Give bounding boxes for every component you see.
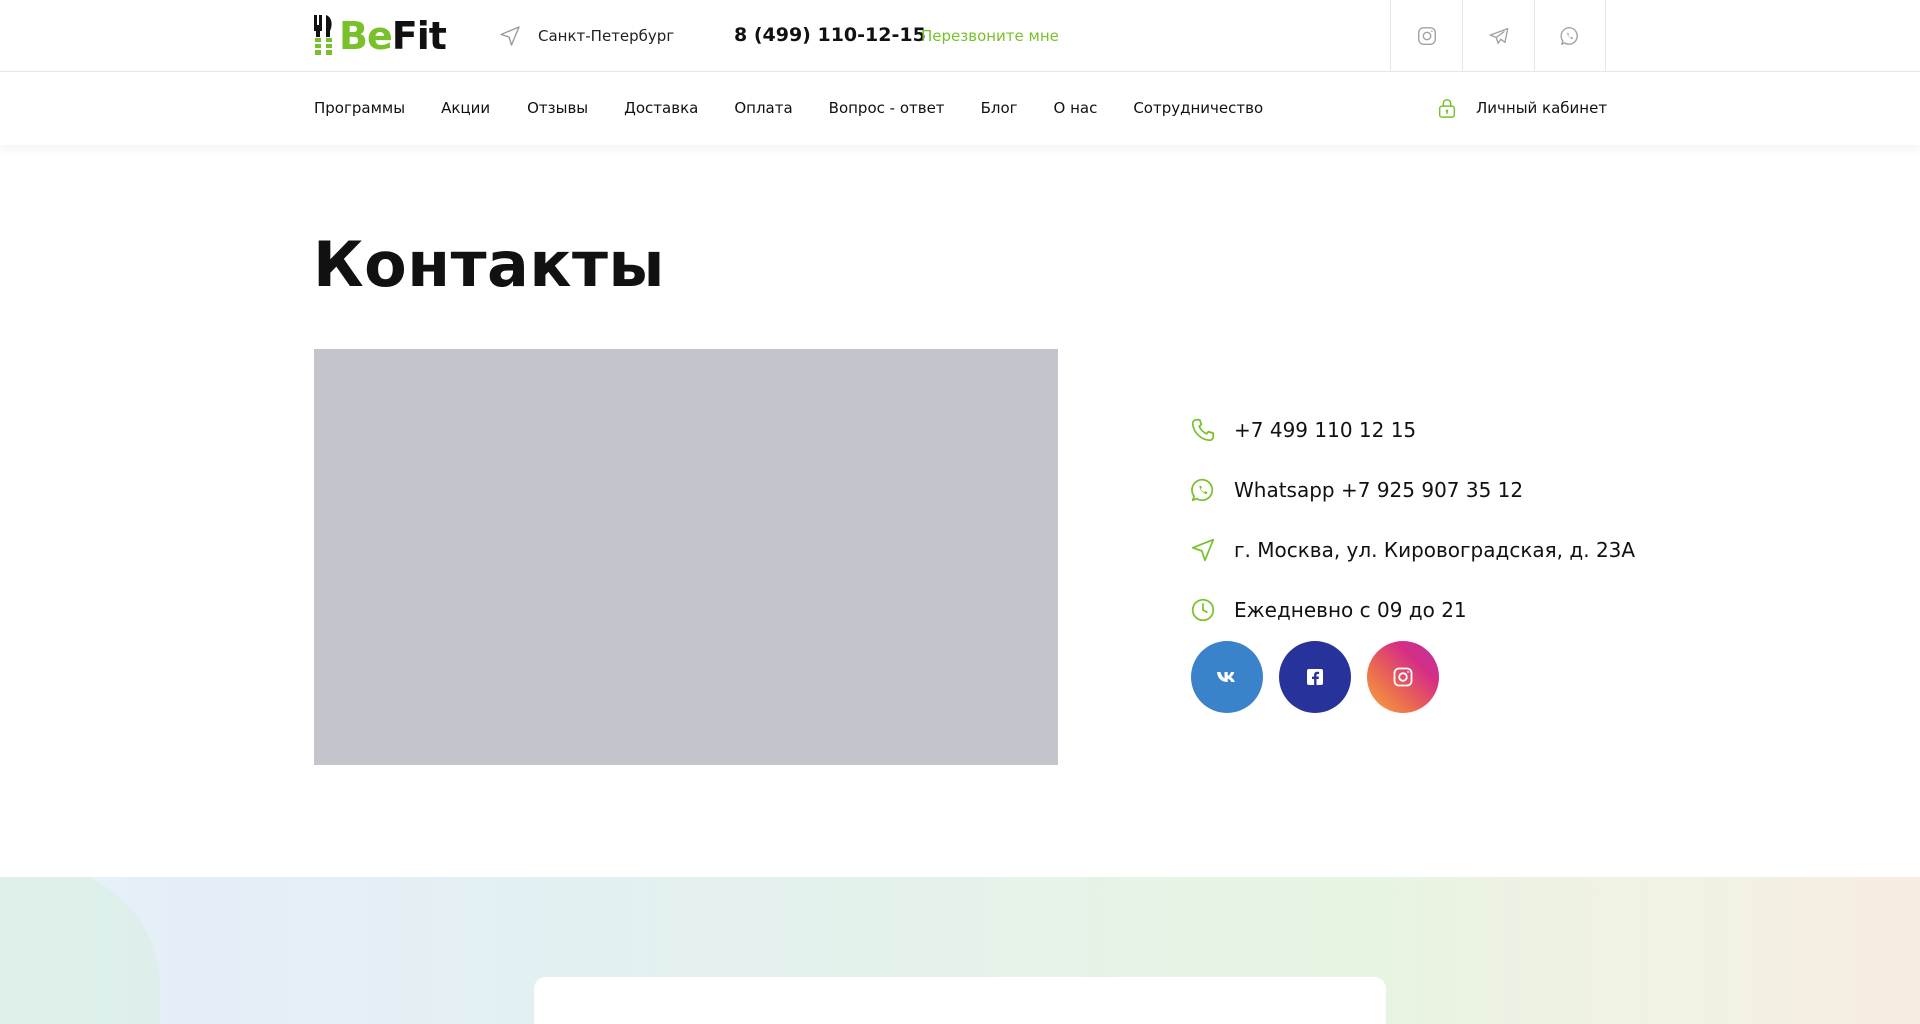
top-bar: BeFit Санкт-Петербург 8 (499) 110-12-15 … — [0, 0, 1920, 72]
main-navigation: Программы Акции Отзывы Доставка Оплата В… — [0, 73, 1920, 145]
nav-menu: Программы Акции Отзывы Доставка Оплата В… — [314, 99, 1263, 117]
footer-card — [534, 977, 1386, 1024]
city-label: Санкт-Петербург — [538, 27, 675, 45]
clock-icon — [1191, 598, 1215, 622]
callback-link[interactable]: Перезвоните мне — [921, 27, 1059, 45]
nav-item-about[interactable]: О нас — [1054, 99, 1098, 117]
contact-phone-row[interactable]: +7 499 110 12 15 — [1190, 400, 1635, 460]
instagram-button[interactable] — [1367, 641, 1439, 713]
nav-item-promotions[interactable]: Акции — [441, 99, 490, 117]
page-title: Контакты — [313, 228, 665, 301]
map-placeholder[interactable] — [314, 349, 1058, 765]
nav-item-blog[interactable]: Блог — [981, 99, 1018, 117]
telegram-icon — [1489, 27, 1508, 45]
facebook-button[interactable] — [1279, 641, 1351, 713]
header-phone[interactable]: 8 (499) 110-12-15 — [734, 24, 926, 46]
header-socials — [1390, 0, 1606, 72]
logo-be: Be — [339, 14, 393, 58]
contact-phone-text: +7 499 110 12 15 — [1234, 418, 1417, 442]
contact-hours-row: Ежедневно с 09 до 21 — [1190, 580, 1635, 640]
decorative-blob — [0, 877, 160, 1024]
phone-icon — [1191, 418, 1215, 442]
contact-whatsapp-text: Whatsapp +7 925 907 35 12 — [1234, 478, 1524, 502]
personal-account-link[interactable]: Личный кабинет — [1436, 97, 1607, 119]
nav-item-cooperation[interactable]: Сотрудничество — [1133, 99, 1263, 117]
vk-icon — [1217, 672, 1235, 682]
page: BeFit Санкт-Петербург 8 (499) 110-12-15 … — [0, 0, 1920, 1024]
whatsapp-icon — [1560, 27, 1578, 45]
fork-knife-logo-icon — [314, 15, 332, 55]
social-links — [1191, 641, 1439, 713]
nav-item-payment[interactable]: Оплата — [734, 99, 792, 117]
logo[interactable]: BeFit — [313, 14, 447, 58]
personal-account-label: Личный кабинет — [1476, 99, 1608, 117]
nav-item-programs[interactable]: Программы — [314, 99, 405, 117]
contact-address-row: г. Москва, ул. Кировоградская, д. 23А — [1190, 520, 1635, 580]
header-telegram-button[interactable] — [1462, 0, 1534, 72]
contact-address-text: г. Москва, ул. Кировоградская, д. 23А — [1234, 538, 1636, 562]
instagram-icon — [1393, 667, 1413, 687]
logo-fit: Fit — [391, 14, 447, 58]
header-instagram-button[interactable] — [1390, 0, 1462, 72]
navigation-arrow-icon — [1191, 538, 1215, 562]
navigation-arrow-icon — [500, 26, 520, 46]
nav-item-faq[interactable]: Вопрос - ответ — [829, 99, 945, 117]
city-selector[interactable]: Санкт-Петербург — [498, 24, 674, 48]
contact-hours-text: Ежедневно с 09 до 21 — [1234, 598, 1467, 622]
contact-list: +7 499 110 12 15 Whatsapp +7 925 907 35 … — [1190, 400, 1635, 640]
nav-item-delivery[interactable]: Доставка — [624, 99, 698, 117]
instagram-icon — [1417, 27, 1436, 45]
header-whatsapp-button[interactable] — [1534, 0, 1606, 72]
nav-item-reviews[interactable]: Отзывы — [527, 99, 588, 117]
facebook-icon — [1307, 669, 1323, 685]
whatsapp-icon — [1191, 478, 1214, 502]
logo-text: BeFit — [339, 14, 447, 58]
contact-whatsapp-row[interactable]: Whatsapp +7 925 907 35 12 — [1190, 460, 1635, 520]
vk-button[interactable] — [1191, 641, 1263, 713]
lock-icon — [1438, 99, 1456, 118]
